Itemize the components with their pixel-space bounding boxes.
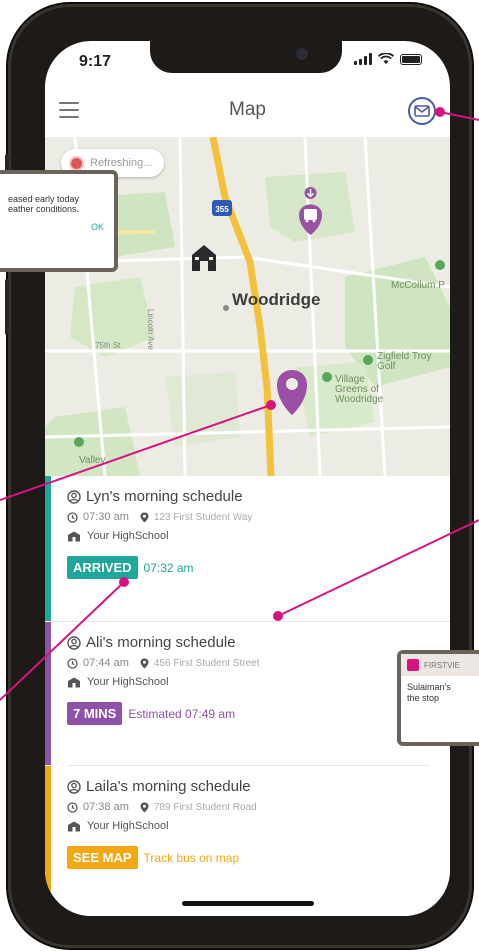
- schedule-title-row: Ali's morning schedule: [67, 634, 450, 651]
- push-line2: the stop: [407, 693, 440, 703]
- messages-button[interactable]: [408, 97, 436, 125]
- location-pin-icon: [140, 512, 149, 522]
- school-icon: [68, 821, 80, 831]
- status-note: Estimated 07:49 am: [128, 706, 236, 721]
- wifi-icon: [378, 53, 394, 64]
- refresh-label: Refreshing...: [90, 157, 153, 169]
- page-title: Map: [229, 99, 266, 120]
- map-city-label: Woodridge: [232, 290, 321, 309]
- status-row: 7 MINS Estimated 07:49 am: [67, 702, 450, 725]
- app-icon: [407, 659, 419, 671]
- mail-icon: [414, 105, 430, 117]
- location-pin-icon: [140, 658, 149, 668]
- refresh-status-icon: [69, 155, 84, 171]
- pickup-time: 07:30 am: [83, 511, 129, 523]
- status-time: 9:17: [79, 53, 112, 70]
- location-pin-icon: [140, 802, 149, 812]
- pickup-address: 456 First Student Street: [153, 657, 260, 669]
- user-icon: [67, 489, 81, 504]
- school-row: Your HighSchool: [67, 676, 450, 688]
- status-note[interactable]: Track bus on map: [144, 851, 240, 865]
- pickup-address: 789 First Student Road: [153, 801, 257, 813]
- status-note: 07:32 am: [143, 560, 194, 575]
- phone-frame: 9:17 Map 355 Refreshing... Woodridge McC…: [5, 4, 472, 948]
- schedule-title-row: Laila's morning schedule: [67, 778, 450, 795]
- clock-icon: [67, 657, 78, 669]
- push-app-name: FIRSTVIE: [424, 660, 461, 670]
- clock-icon: [67, 801, 78, 813]
- status-badge[interactable]: 7 MINS: [67, 702, 123, 725]
- schedule-card-laila[interactable]: Laila's morning schedule 07:38 am 789 Fi…: [45, 766, 450, 916]
- school-row: Your HighSchool: [67, 530, 450, 542]
- school-row: Your HighSchool: [67, 820, 450, 832]
- map-place-label: Valley: [79, 455, 106, 466]
- notification-ok-button[interactable]: OK: [8, 222, 104, 232]
- map-street-label: 75th St: [95, 341, 121, 350]
- push-line1: Sulaiman's: [407, 682, 451, 692]
- push-notification: FIRSTVIE Sulaiman's the stop: [397, 650, 479, 746]
- status-badge[interactable]: ARRIVED: [67, 556, 138, 579]
- map-street-label: Lincoln Ave: [146, 309, 155, 350]
- battery-icon: [400, 53, 422, 65]
- highway-shield-label: 355: [215, 205, 229, 214]
- schedule-title: Ali's morning schedule: [86, 634, 236, 651]
- clock-icon: [67, 511, 78, 523]
- camera: [296, 48, 308, 60]
- schedule-card-lyn[interactable]: Lyn's morning schedule 07:30 am 123 Firs…: [45, 476, 450, 621]
- school-icon: [68, 677, 80, 687]
- see-map-button[interactable]: SEE MAP: [67, 846, 138, 869]
- schedule-details: 07:44 am 456 First Student Street: [67, 657, 450, 669]
- pickup-time: 07:44 am: [83, 657, 129, 669]
- school-name: Your HighSchool: [87, 676, 169, 688]
- pickup-time: 07:38 am: [83, 801, 129, 813]
- status-row: SEE MAP Track bus on map: [67, 846, 450, 869]
- schedule-details: 07:38 am 789 First Student Road: [67, 801, 450, 813]
- school-name: Your HighSchool: [87, 530, 169, 542]
- notch: [150, 41, 342, 73]
- school-icon: [68, 531, 80, 541]
- schedule-title: Laila's morning schedule: [86, 778, 251, 795]
- school-name: Your HighSchool: [87, 820, 169, 832]
- schedule-details: 07:30 am 123 First Student Way: [67, 511, 450, 523]
- signal-icon: [354, 53, 372, 65]
- push-notification-header: FIRSTVIE: [401, 654, 479, 676]
- notification-text-line1: eased early today: [8, 194, 80, 204]
- map-place-label: Zigfield Troy Golf: [377, 351, 432, 372]
- volume-down-button: [5, 279, 9, 335]
- schedule-title: Lyn's morning schedule: [86, 488, 243, 505]
- pickup-address: 123 First Student Way: [153, 511, 253, 523]
- schedule-title-row: Lyn's morning schedule: [67, 488, 450, 505]
- user-icon: [67, 635, 81, 650]
- schedule-card-ali[interactable]: Ali's morning schedule 07:44 am 456 Firs…: [45, 622, 450, 765]
- map-place-label: Village Greens of Woodridge: [335, 374, 384, 405]
- status-row: ARRIVED 07:32 am: [67, 556, 450, 579]
- nav-bar: Map: [45, 85, 450, 137]
- user-icon: [67, 779, 81, 794]
- notification-text-line2: eather conditions.: [8, 204, 80, 214]
- home-indicator[interactable]: [182, 901, 314, 906]
- status-icons: [354, 53, 422, 65]
- map-place-label: McCollum P: [391, 280, 445, 291]
- push-body: Sulaiman's the stop: [401, 676, 479, 710]
- notification-popup: eased early today eather conditions. OK: [0, 170, 118, 272]
